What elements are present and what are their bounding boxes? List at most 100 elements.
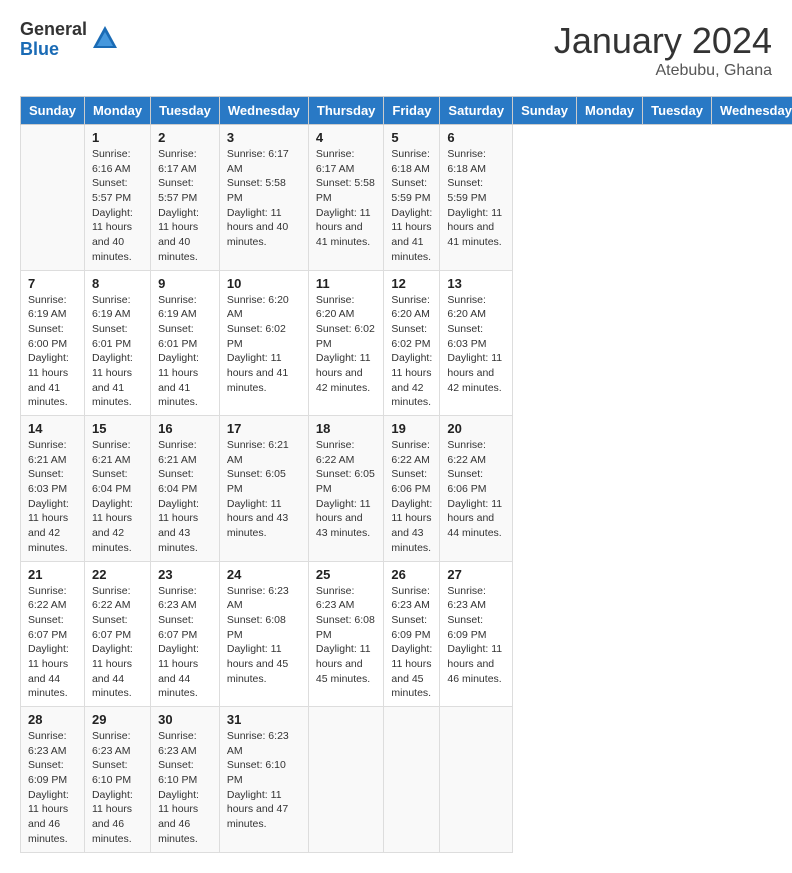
day-detail: Sunrise: 6:21 AMSunset: 6:03 PMDaylight:… bbox=[28, 438, 77, 556]
day-number: 10 bbox=[227, 276, 301, 291]
calendar-cell: 29 Sunrise: 6:23 AMSunset: 6:10 PMDayligh… bbox=[84, 707, 150, 853]
day-number: 26 bbox=[391, 567, 432, 582]
calendar-cell: 8Sunrise: 6:19 AMSunset: 6:01 PMDaylight… bbox=[84, 270, 150, 416]
logo-blue-text: Blue bbox=[20, 40, 87, 60]
day-number: 15 bbox=[92, 421, 143, 436]
day-detail: Sunrise: 6:23 AMSunset: 6:07 PMDaylight:… bbox=[158, 584, 212, 702]
day-number: 3 bbox=[227, 130, 301, 145]
calendar-cell: 30 Sunrise: 6:23 AMSunset: 6:10 PMDayligh… bbox=[151, 707, 220, 853]
day-detail: Sunrise: 6:17 AMSunset: 5:57 PMDaylight:… bbox=[158, 147, 212, 265]
calendar-header-row: SundayMondayTuesdayWednesdayThursdayFrid… bbox=[21, 97, 792, 125]
calendar-cell: 20Sunrise: 6:22 AMSunset: 6:06 PMDayligh… bbox=[440, 416, 513, 562]
calendar-cell: 26 Sunrise: 6:23 AMSunset: 6:09 PMDayligh… bbox=[384, 561, 440, 707]
day-detail: Sunrise: 6:23 AMSunset: 6:10 PMDaylight:… bbox=[158, 729, 212, 847]
day-number: 28 bbox=[28, 712, 77, 727]
calendar-cell bbox=[308, 707, 384, 853]
day-detail: Sunrise: 6:20 AMSunset: 6:02 PMDaylight:… bbox=[316, 293, 377, 396]
day-number: 2 bbox=[158, 130, 212, 145]
day-detail: Sunrise: 6:22 AMSunset: 6:06 PMDaylight:… bbox=[391, 438, 432, 556]
location-subtitle: Atebubu, Ghana bbox=[554, 62, 772, 80]
calendar-cell: 21Sunrise: 6:22 AMSunset: 6:07 PMDayligh… bbox=[21, 561, 85, 707]
day-number: 16 bbox=[158, 421, 212, 436]
day-detail: Sunrise: 6:23 AMSunset: 6:08 PMDaylight:… bbox=[227, 584, 301, 687]
day-detail: Sunrise: 6:22 AMSunset: 6:07 PMDaylight:… bbox=[92, 584, 143, 702]
calendar-cell: 1 Sunrise: 6:16 AMSunset: 5:57 PMDaylight… bbox=[84, 125, 150, 271]
calendar-cell: 28Sunrise: 6:23 AMSunset: 6:09 PMDayligh… bbox=[21, 707, 85, 853]
calendar-cell: 11 Sunrise: 6:20 AMSunset: 6:02 PMDayligh… bbox=[308, 270, 384, 416]
calendar-cell: 16Sunrise: 6:21 AMSunset: 6:04 PMDayligh… bbox=[151, 416, 220, 562]
day-detail: Sunrise: 6:23 AMSunset: 6:10 PMDaylight:… bbox=[92, 729, 143, 847]
calendar-cell: 2 Sunrise: 6:17 AMSunset: 5:57 PMDaylight… bbox=[151, 125, 220, 271]
day-number: 1 bbox=[92, 130, 143, 145]
day-detail: Sunrise: 6:21 AMSunset: 6:04 PMDaylight:… bbox=[92, 438, 143, 556]
header-saturday: Saturday bbox=[440, 97, 513, 125]
calendar-week-row: 21Sunrise: 6:22 AMSunset: 6:07 PMDayligh… bbox=[21, 561, 792, 707]
header-friday: Friday bbox=[384, 97, 440, 125]
col-header-sunday: Sunday bbox=[513, 97, 577, 125]
day-detail: Sunrise: 6:23 AMSunset: 6:09 PMDaylight:… bbox=[447, 584, 505, 687]
calendar-cell: 22 Sunrise: 6:22 AMSunset: 6:07 PMDayligh… bbox=[84, 561, 150, 707]
day-detail: Sunrise: 6:23 AMSunset: 6:09 PMDaylight:… bbox=[391, 584, 432, 702]
day-detail: Sunrise: 6:20 AMSunset: 6:02 PMDaylight:… bbox=[227, 293, 301, 396]
calendar-cell: 4Sunrise: 6:17 AMSunset: 5:58 PMDaylight… bbox=[308, 125, 384, 271]
day-number: 19 bbox=[391, 421, 432, 436]
calendar-cell bbox=[440, 707, 513, 853]
day-number: 9 bbox=[158, 276, 212, 291]
day-detail: Sunrise: 6:23 AMSunset: 6:10 PMDaylight:… bbox=[227, 729, 301, 832]
calendar-cell: 19 Sunrise: 6:22 AMSunset: 6:06 PMDayligh… bbox=[384, 416, 440, 562]
day-number: 18 bbox=[316, 421, 377, 436]
calendar-week-row: 28Sunrise: 6:23 AMSunset: 6:09 PMDayligh… bbox=[21, 707, 792, 853]
calendar-cell: 24 Sunrise: 6:23 AMSunset: 6:08 PMDayligh… bbox=[219, 561, 308, 707]
day-detail: Sunrise: 6:19 AMSunset: 6:01 PMDaylight:… bbox=[158, 293, 212, 411]
day-number: 22 bbox=[92, 567, 143, 582]
calendar-cell: 15 Sunrise: 6:21 AMSunset: 6:04 PMDayligh… bbox=[84, 416, 150, 562]
header-monday: Monday bbox=[84, 97, 150, 125]
day-number: 11 bbox=[316, 276, 377, 291]
calendar-cell: 14 Sunrise: 6:21 AMSunset: 6:03 PMDayligh… bbox=[21, 416, 85, 562]
day-number: 29 bbox=[92, 712, 143, 727]
header-tuesday: Tuesday bbox=[151, 97, 220, 125]
day-number: 14 bbox=[28, 421, 77, 436]
day-detail: Sunrise: 6:18 AMSunset: 5:59 PMDaylight:… bbox=[447, 147, 505, 250]
day-number: 7 bbox=[28, 276, 77, 291]
header-wednesday: Wednesday bbox=[219, 97, 308, 125]
calendar-cell: 13Sunrise: 6:20 AMSunset: 6:03 PMDayligh… bbox=[440, 270, 513, 416]
day-number: 8 bbox=[92, 276, 143, 291]
day-detail: Sunrise: 6:20 AMSunset: 6:03 PMDaylight:… bbox=[447, 293, 505, 396]
calendar-cell: 18 Sunrise: 6:22 AMSunset: 6:05 PMDayligh… bbox=[308, 416, 384, 562]
day-number: 30 bbox=[158, 712, 212, 727]
calendar-week-row: 7 Sunrise: 6:19 AMSunset: 6:00 PMDaylight… bbox=[21, 270, 792, 416]
day-detail: Sunrise: 6:17 AMSunset: 5:58 PMDaylight:… bbox=[227, 147, 301, 250]
day-number: 17 bbox=[227, 421, 301, 436]
day-detail: Sunrise: 6:21 AMSunset: 6:05 PMDaylight:… bbox=[227, 438, 301, 541]
calendar-cell: 23Sunrise: 6:23 AMSunset: 6:07 PMDayligh… bbox=[151, 561, 220, 707]
day-number: 6 bbox=[447, 130, 505, 145]
col-header-tuesday: Tuesday bbox=[643, 97, 712, 125]
logo-general-text: General bbox=[20, 20, 87, 40]
day-number: 24 bbox=[227, 567, 301, 582]
title-section: January 2024 Atebubu, Ghana bbox=[554, 20, 772, 80]
calendar-cell: 31 Sunrise: 6:23 AMSunset: 6:10 PMDayligh… bbox=[219, 707, 308, 853]
day-number: 31 bbox=[227, 712, 301, 727]
calendar-cell: 12Sunrise: 6:20 AMSunset: 6:02 PMDayligh… bbox=[384, 270, 440, 416]
calendar-cell: 9 Sunrise: 6:19 AMSunset: 6:01 PMDaylight… bbox=[151, 270, 220, 416]
calendar-table: SundayMondayTuesdayWednesdayThursdayFrid… bbox=[20, 96, 792, 853]
day-detail: Sunrise: 6:19 AMSunset: 6:00 PMDaylight:… bbox=[28, 293, 77, 411]
calendar-cell: 17 Sunrise: 6:21 AMSunset: 6:05 PMDayligh… bbox=[219, 416, 308, 562]
calendar-week-row: 14 Sunrise: 6:21 AMSunset: 6:03 PMDayligh… bbox=[21, 416, 792, 562]
day-detail: Sunrise: 6:16 AMSunset: 5:57 PMDaylight:… bbox=[92, 147, 143, 265]
calendar-cell: 6 Sunrise: 6:18 AMSunset: 5:59 PMDaylight… bbox=[440, 125, 513, 271]
calendar-cell: 3 Sunrise: 6:17 AMSunset: 5:58 PMDaylight… bbox=[219, 125, 308, 271]
calendar-cell: 10 Sunrise: 6:20 AMSunset: 6:02 PMDayligh… bbox=[219, 270, 308, 416]
day-detail: Sunrise: 6:17 AMSunset: 5:58 PMDaylight:… bbox=[316, 147, 377, 250]
day-number: 12 bbox=[391, 276, 432, 291]
calendar-cell bbox=[21, 125, 85, 271]
day-number: 20 bbox=[447, 421, 505, 436]
calendar-cell: 5Sunrise: 6:18 AMSunset: 5:59 PMDaylight… bbox=[384, 125, 440, 271]
day-detail: Sunrise: 6:22 AMSunset: 6:05 PMDaylight:… bbox=[316, 438, 377, 541]
calendar-cell bbox=[384, 707, 440, 853]
col-header-monday: Monday bbox=[577, 97, 643, 125]
month-year-title: January 2024 bbox=[554, 20, 772, 62]
day-detail: Sunrise: 6:22 AMSunset: 6:07 PMDaylight:… bbox=[28, 584, 77, 702]
logo: General Blue bbox=[20, 20, 119, 60]
